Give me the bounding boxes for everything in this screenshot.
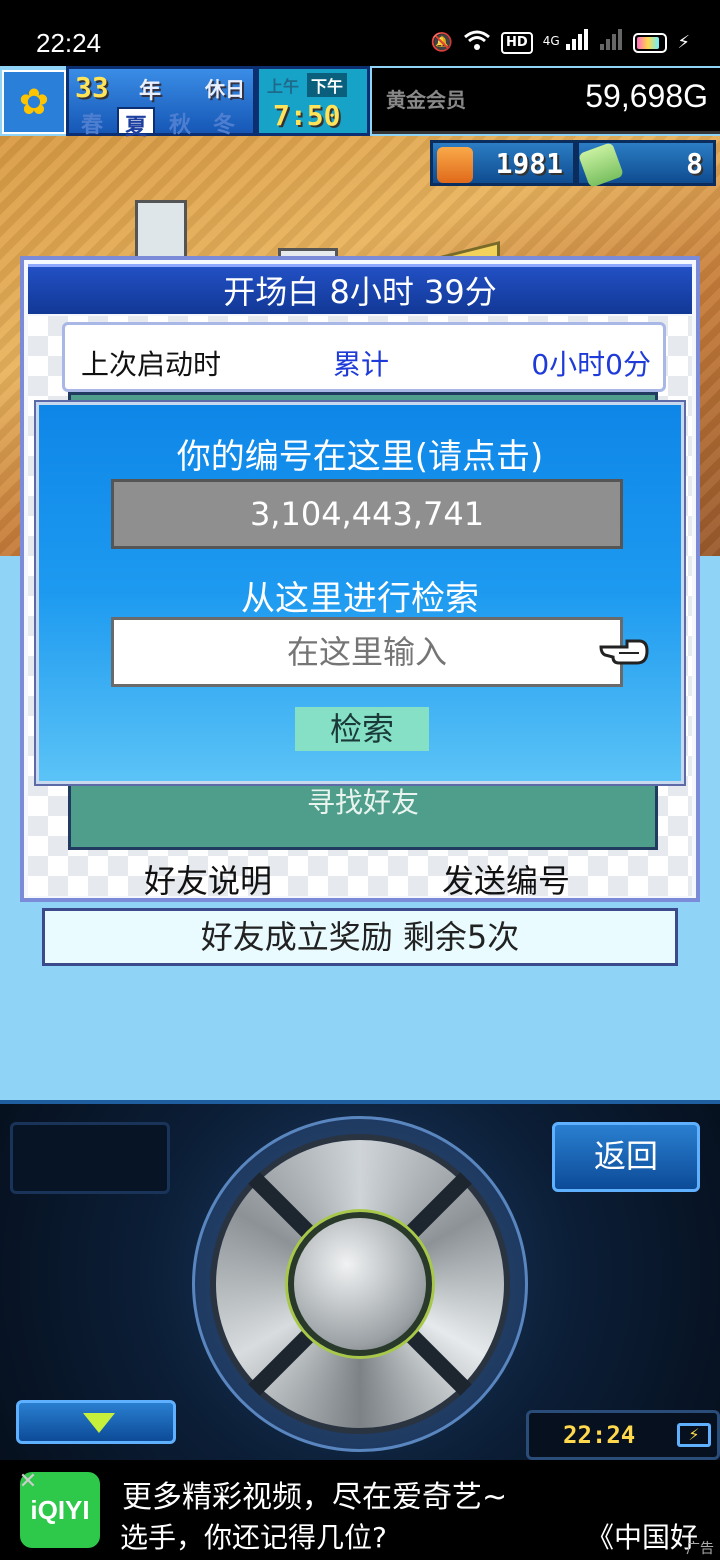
tickets-value: 8 [686,146,703,180]
send-id-button[interactable]: 发送编号 [442,856,570,902]
panel-title: 开场白 8小时 39分 [28,264,692,314]
dpad-center-button[interactable] [288,1212,432,1356]
game-clock: 7:50 [273,99,341,132]
search-button[interactable]: 检索 [295,707,429,751]
cumulative-label: 累计 [333,348,390,381]
controller-clock-time: 22:24 [563,1421,636,1449]
flask-icon [437,147,473,183]
search-label: 从这里进行检索 [241,579,479,619]
top-hud: ✿ 33 年 休日 春 夏 秋 冬 上午 下午 7:50 黄金会员 59,698… [0,66,720,140]
close-icon[interactable]: ✕ [16,1470,40,1494]
ad-banner[interactable]: iQIYI ✕ 更多精彩视频，尽在爱奇艺~ 选手，你还记得几位? 《中国好 广告 [0,1460,720,1560]
season-autumn: 秋 [168,113,191,138]
friend-id-search-input[interactable] [111,617,623,687]
rank-label: 黄金会员 [386,88,466,112]
season-row: 春 夏 秋 冬 [73,107,243,140]
virtual-controller: 返回 22:24 ⚡ [0,1100,720,1460]
money-panel: 黄金会员 59,698G [372,68,720,134]
panel-footer: 好友说明 发送编号 [28,848,692,900]
menu-down-button[interactable] [16,1400,176,1444]
wifi-icon [463,29,491,58]
ad-tag: 广告 [686,1541,714,1557]
charging-icon: ⚡ [677,32,690,53]
ticket-icon [577,141,625,189]
controller-clock: 22:24 ⚡ [526,1410,720,1460]
year-label: 年 [139,79,162,104]
friend-id-dialog: 你的编号在这里(请点击) 3,104,443,741 从这里进行检索 检索 [34,400,686,786]
pm-label: 下午 [307,73,348,97]
battery-icon [633,33,668,53]
sunflower-icon[interactable]: ✿ [2,70,66,134]
ad-title: 更多精彩视频，尽在爱奇艺~ [122,1480,508,1515]
status-icons: 🔕 HD 4G ⚡ [431,28,690,58]
signal-icon [599,28,623,58]
ampm-row: 上午 下午 [263,73,348,97]
signal-4g-icon: 4G [542,28,590,58]
season-winter: 冬 [212,113,235,138]
friend-description-button[interactable]: 好友说明 [144,856,272,902]
dialog-heading: 你的编号在这里(请点击) [176,437,544,477]
ad-subtitle: 选手，你还记得几位? [120,1521,387,1554]
tickets-chip: 8 [576,140,716,189]
left-slot-button[interactable] [10,1122,170,1194]
dpad[interactable] [210,1134,510,1434]
ad-subtitle-2: 《中国好 [586,1521,699,1554]
gold-amount: 59,698G [585,78,708,114]
game-area: ✿ 33 年 休日 春 夏 秋 冬 上午 下午 7:50 黄金会员 59,698… [0,66,720,1100]
time-panel: 上午 下午 7:50 [256,66,370,136]
season-summer: 夏 [117,107,155,140]
friend-reward-banner[interactable]: 好友成立奖励 剩余5次 [42,908,678,966]
pointing-hand-icon [599,639,649,665]
battery-charging-icon: ⚡ [677,1423,711,1447]
hd-icon: HD [501,32,533,54]
last-launch-label: 上次启动时 [81,348,222,381]
play-time-stats: 上次启动时 累计 0小时0分 [62,322,666,392]
find-friend-button[interactable]: 寻找好友 [71,781,655,821]
research-points-chip: 1981 [430,140,576,186]
holiday-label: 休日 [205,77,245,101]
cumulative-value: 0小时0分 [531,348,651,381]
player-id-box[interactable]: 3,104,443,741 [111,479,623,549]
status-time: 22:24 [36,28,102,58]
triangle-down-icon [83,1413,115,1433]
mute-icon: 🔕 [430,32,454,53]
fridge-sprite [135,200,187,262]
date-panel: 33 年 休日 春 夏 秋 冬 [66,66,256,140]
back-button[interactable]: 返回 [552,1122,700,1192]
year-number: 33 [75,71,109,104]
status-bar: 22:24 🔕 HD 4G ⚡ [0,0,720,66]
season-spring: 春 [80,113,103,138]
research-points-value: 1981 [495,146,563,180]
network-type-label: 4G [542,33,560,48]
am-label: 上午 [267,77,300,96]
